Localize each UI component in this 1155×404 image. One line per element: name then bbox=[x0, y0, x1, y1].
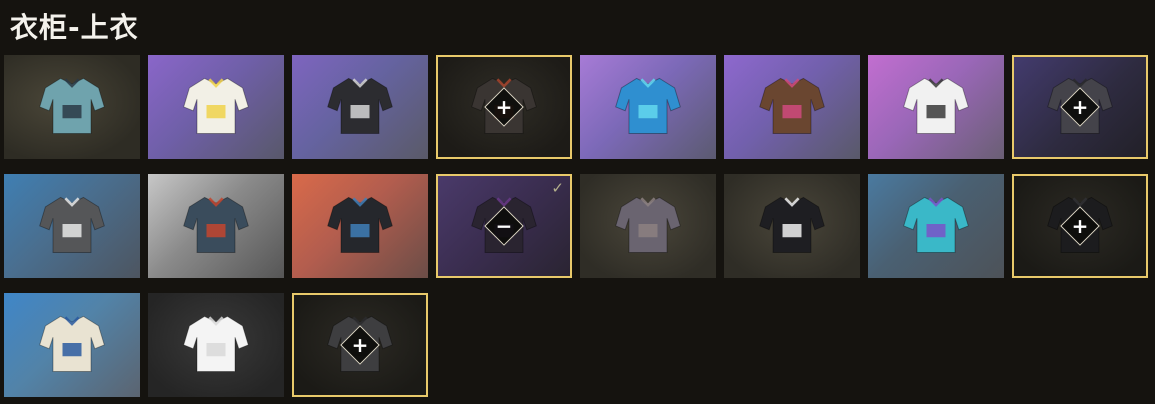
floral-hawaiian-shirt-icon bbox=[34, 67, 110, 147]
plus-icon[interactable]: + bbox=[1067, 213, 1093, 239]
checkmark-icon: ✓ bbox=[551, 179, 564, 197]
plus-icon[interactable]: + bbox=[1067, 94, 1093, 120]
wardrobe-item-tile[interactable] bbox=[868, 55, 1004, 159]
wardrobe-item-tile[interactable] bbox=[4, 55, 140, 159]
wardrobe-item-tile[interactable] bbox=[148, 174, 284, 278]
black-hooded-jacket-icon bbox=[322, 186, 398, 266]
wardrobe-item-tile[interactable] bbox=[292, 174, 428, 278]
wardrobe-item-tile[interactable]: + bbox=[292, 293, 428, 397]
wardrobe-item-tile[interactable] bbox=[724, 55, 860, 159]
wardrobe-item-tile[interactable] bbox=[148, 293, 284, 397]
wardrobe-item-tile[interactable] bbox=[580, 55, 716, 159]
wardrobe-item-tile[interactable]: + bbox=[1012, 55, 1148, 159]
wardrobe-grid: + + − ✓ + + bbox=[4, 55, 1149, 397]
wardrobe-item-tile[interactable]: + bbox=[436, 55, 572, 159]
wardrobe-item-tile[interactable]: − ✓ bbox=[436, 174, 572, 278]
wardrobe-item-tile[interactable] bbox=[292, 55, 428, 159]
wardrobe-item-tile[interactable] bbox=[868, 174, 1004, 278]
grey-blazer-icon bbox=[34, 186, 110, 266]
page-title: 衣柜-上衣 bbox=[10, 11, 139, 44]
wardrobe-item-tile[interactable] bbox=[4, 293, 140, 397]
black-hoodie-icon bbox=[754, 186, 830, 266]
wardrobe-item-tile[interactable] bbox=[580, 174, 716, 278]
brown-fur-costume-icon bbox=[754, 67, 830, 147]
black-sport-tshirt-icon bbox=[322, 67, 398, 147]
plaid-flannel-shirt-icon bbox=[610, 186, 686, 266]
neon-blue-jacket-icon bbox=[610, 67, 686, 147]
white-sports-bra-icon bbox=[898, 67, 974, 147]
wardrobe-item-tile[interactable] bbox=[724, 174, 860, 278]
white-tshirt-with-chick-print-icon bbox=[178, 67, 254, 147]
nautical-print-scarf-icon bbox=[34, 305, 110, 385]
plain-white-tshirt-icon bbox=[178, 305, 254, 385]
plus-icon[interactable]: + bbox=[491, 94, 517, 120]
wardrobe-item-tile[interactable] bbox=[4, 174, 140, 278]
red-graphic-tshirt-icon bbox=[178, 186, 254, 266]
minus-icon[interactable]: − bbox=[491, 213, 517, 239]
wardrobe-item-tile[interactable] bbox=[148, 55, 284, 159]
wardrobe-item-tile[interactable]: + bbox=[1012, 174, 1148, 278]
blue-bunny-hoodie-icon bbox=[898, 186, 974, 266]
plus-icon[interactable]: + bbox=[347, 332, 373, 358]
